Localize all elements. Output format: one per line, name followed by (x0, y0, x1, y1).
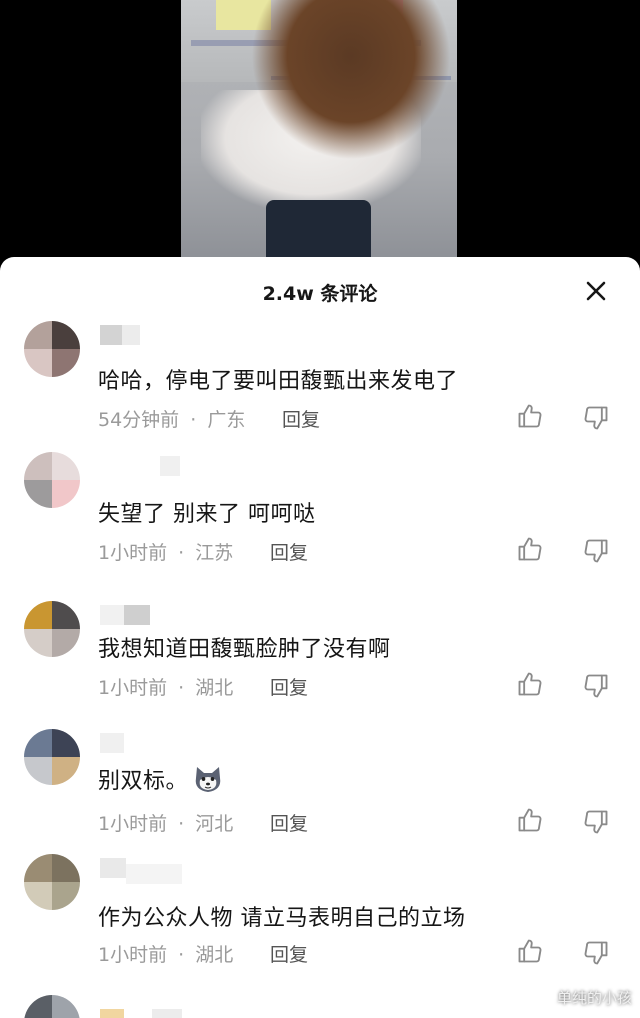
thumbs-up-icon (518, 672, 542, 696)
comment-meta: 1小时前 · 江苏 (98, 538, 233, 565)
thumbs-up-icon (518, 404, 542, 428)
comment-time: 1小时前 (98, 813, 168, 835)
comment-location: 湖北 (195, 944, 234, 966)
comment-location: 广东 (207, 409, 246, 431)
comment-meta: 1小时前 · 河北 (98, 809, 233, 836)
close-button[interactable] (582, 277, 610, 305)
comment-meta: 54分钟前 · 广东 (98, 405, 245, 432)
comment-item: 作为公众人物 请立马表明自己的立场 1小时前 · 湖北 回复 (0, 854, 640, 974)
like-button[interactable] (516, 937, 544, 965)
meta-separator: · (178, 542, 185, 564)
husky-dog-emoji-icon (195, 767, 221, 792)
thumbs-up-icon (518, 808, 542, 832)
thumbs-down-icon (584, 406, 608, 430)
thumbs-down-icon (584, 539, 608, 563)
thumbs-up-icon (518, 939, 542, 963)
thumbs-down-icon (584, 941, 608, 965)
comment-location: 湖北 (195, 677, 234, 699)
thumbs-up-icon (518, 537, 542, 561)
thumbs-down-icon (584, 810, 608, 834)
comment-item: 哈哈，停电了要叫田馥甄出来发电了 54分钟前 · 广东 回复 (0, 321, 640, 441)
meta-separator: · (178, 944, 185, 966)
avatar[interactable] (24, 601, 80, 657)
username-blurred[interactable] (100, 858, 190, 884)
meta-separator: · (178, 677, 185, 699)
video-frame (181, 0, 457, 262)
comment-time: 54分钟前 (98, 409, 180, 431)
comment-item-partial (0, 995, 640, 1018)
comment-text: 哈哈，停电了要叫田馥甄出来发电了 (98, 369, 459, 394)
avatar[interactable] (24, 854, 80, 910)
username-blurred[interactable] (100, 325, 190, 347)
comment-text: 失望了 别来了 呵呵哒 (98, 502, 316, 527)
comment-text: 别双标。 (98, 763, 224, 795)
thumbs-down-icon (584, 674, 608, 698)
reply-button[interactable]: 回复 (270, 673, 308, 700)
dislike-button[interactable] (582, 537, 610, 565)
username-blurred[interactable] (100, 733, 190, 755)
avatar[interactable] (24, 452, 80, 508)
dislike-button[interactable] (582, 939, 610, 967)
video-person-hair (251, 0, 451, 160)
like-button[interactable] (516, 402, 544, 430)
comment-time: 1小时前 (98, 542, 168, 564)
comment-count-title: 2.4w 条评论 (262, 283, 378, 305)
comment-text: 作为公众人物 请立马表明自己的立场 (98, 906, 466, 931)
reply-button[interactable]: 回复 (270, 940, 308, 967)
like-button[interactable] (516, 670, 544, 698)
comment-time: 1小时前 (98, 944, 168, 966)
like-button[interactable] (516, 806, 544, 834)
username-blurred[interactable] (100, 456, 190, 478)
comment-text-body: 别双标。 (98, 769, 189, 794)
dislike-button[interactable] (582, 672, 610, 700)
username-blurred[interactable] (100, 605, 190, 627)
avatar[interactable] (24, 321, 80, 377)
dislike-button[interactable] (582, 808, 610, 836)
reply-button[interactable]: 回复 (282, 405, 320, 432)
comment-meta: 1小时前 · 湖北 (98, 940, 233, 967)
meta-separator: · (190, 409, 197, 431)
username-blurred[interactable] (100, 999, 190, 1018)
comment-item: 失望了 别来了 呵呵哒 1小时前 · 江苏 回复 (0, 452, 640, 572)
dislike-button[interactable] (582, 404, 610, 432)
watermark: 单纯的小孩 (556, 990, 632, 1007)
close-icon (586, 281, 606, 301)
reply-button[interactable]: 回复 (270, 538, 308, 565)
avatar[interactable] (24, 729, 80, 785)
comment-item: 别双标。 1小时前 · 河北 回复 (0, 729, 640, 849)
video-player[interactable] (0, 0, 640, 262)
video-person-jeans (266, 200, 371, 262)
reply-button[interactable]: 回复 (270, 809, 308, 836)
comment-time: 1小时前 (98, 677, 168, 699)
meta-separator: · (178, 813, 185, 835)
comment-location: 江苏 (195, 542, 234, 564)
comment-text: 我想知道田馥甄脸肿了没有啊 (98, 637, 391, 662)
comment-item: 我想知道田馥甄脸肿了没有啊 1小时前 · 湖北 回复 (0, 601, 640, 721)
avatar[interactable] (24, 995, 80, 1018)
comment-panel: 2.4w 条评论 哈哈，停电了要叫田馥甄出来发电了 54分钟前 · 广东 回复 (0, 257, 640, 1018)
like-button[interactable] (516, 535, 544, 563)
comment-meta: 1小时前 · 湖北 (98, 673, 233, 700)
comment-location: 河北 (195, 813, 234, 835)
